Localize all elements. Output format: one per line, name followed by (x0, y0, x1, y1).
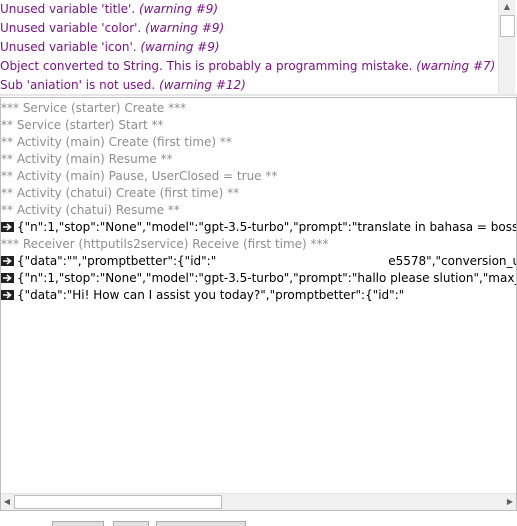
log-data-line: {"n":1,"stop":"None","model":"gpt-3.5-tu… (1, 219, 516, 236)
log-data-line: {"n":1,"stop":"None","model":"gpt-3.5-tu… (1, 270, 516, 287)
warning-item[interactable]: Sub 'aniation' is not used. (warning #12… (0, 76, 517, 94)
scrollbar-thumb[interactable] (14, 495, 222, 509)
warning-tag: (warning #9) (138, 2, 219, 16)
warning-text: Sub 'aniation' is not used. (0, 78, 160, 92)
log-panel: *** Service (starter) Create *** ** Serv… (0, 97, 517, 511)
warning-item[interactable]: Unused variable 'icon'. (warning #9) (0, 38, 517, 57)
log-event-line: *** Receiver (httputils2service) Receive… (1, 237, 329, 251)
log-horizontal-scrollbar[interactable]: ◀ ▶ (1, 493, 516, 510)
log-data-line: {"data":"","promptbetter":{"id":" e5578",… (1, 253, 516, 270)
app-window: Unused variable 'title'. (warning #9) Un… (0, 0, 517, 526)
log-data-line: {"data":"Hi! How can I assist you today?… (1, 287, 516, 304)
warning-item[interactable]: Unused variable 'title'. (warning #9) (0, 0, 517, 19)
warning-text: Object converted to String. This is prob… (0, 59, 417, 73)
right-arrow-icon (1, 272, 14, 283)
right-arrow-icon[interactable]: ▶ (504, 494, 516, 510)
up-arrow-icon[interactable]: ▲ (499, 0, 515, 14)
warning-tag: (warning #9) (145, 21, 225, 35)
warning-tag: (warning #7) (416, 59, 496, 73)
panel-splitter[interactable] (0, 94, 517, 96)
redacted-region (216, 254, 389, 269)
right-arrow-icon (1, 289, 14, 300)
log-data-text: {"n":1,"stop":"None","model":"gpt-3.5-tu… (17, 220, 516, 234)
bottom-button[interactable] (113, 521, 149, 526)
warning-text: Unused variable 'color'. (0, 21, 146, 35)
log-event-line: ** Activity (main) Pause, UserClosed = t… (1, 169, 278, 183)
warning-text: Unused variable 'title'. (0, 2, 139, 16)
warning-item[interactable]: Unused variable 'color'. (warning #9) (0, 19, 517, 38)
log-data-text: {"data":"Hi! How can I assist you today?… (17, 288, 405, 302)
log-lines: *** Service (starter) Create *** ** Serv… (1, 100, 516, 304)
warnings-vertical-scrollbar[interactable]: ▲ (498, 0, 515, 94)
warning-text: Unused variable 'icon'. (0, 40, 141, 54)
warning-tag: (warning #12) (159, 78, 246, 92)
left-arrow-icon[interactable]: ◀ (1, 494, 13, 510)
right-arrow-icon (1, 221, 14, 232)
log-event-line: *** Service (starter) Create *** (1, 101, 187, 115)
log-event-line: ** Activity (main) Create (first time) *… (1, 135, 232, 149)
bottom-button[interactable] (52, 521, 104, 526)
log-data-text: e5578","conversion_url":"htt (388, 254, 516, 268)
warning-tag: (warning #9) (140, 40, 220, 54)
right-arrow-icon (1, 255, 14, 266)
redacted-region (404, 288, 516, 303)
log-event-line: ** Activity (chatui) Create (first time)… (1, 186, 240, 200)
bottom-button[interactable] (156, 521, 246, 526)
scrollbar-thumb[interactable] (500, 15, 515, 37)
log-data-text: {"n":1,"stop":"None","model":"gpt-3.5-tu… (17, 271, 516, 285)
log-event-line: ** Activity (chatui) Resume ** (1, 203, 180, 217)
log-event-line: ** Service (starter) Start ** (1, 118, 164, 132)
warnings-panel: Unused variable 'title'. (warning #9) Un… (0, 0, 517, 94)
warning-item[interactable]: Object converted to String. This is prob… (0, 57, 517, 76)
log-event-line: ** Activity (main) Resume ** (1, 152, 173, 166)
log-data-text: {"data":"","promptbetter":{"id":" (17, 254, 217, 268)
